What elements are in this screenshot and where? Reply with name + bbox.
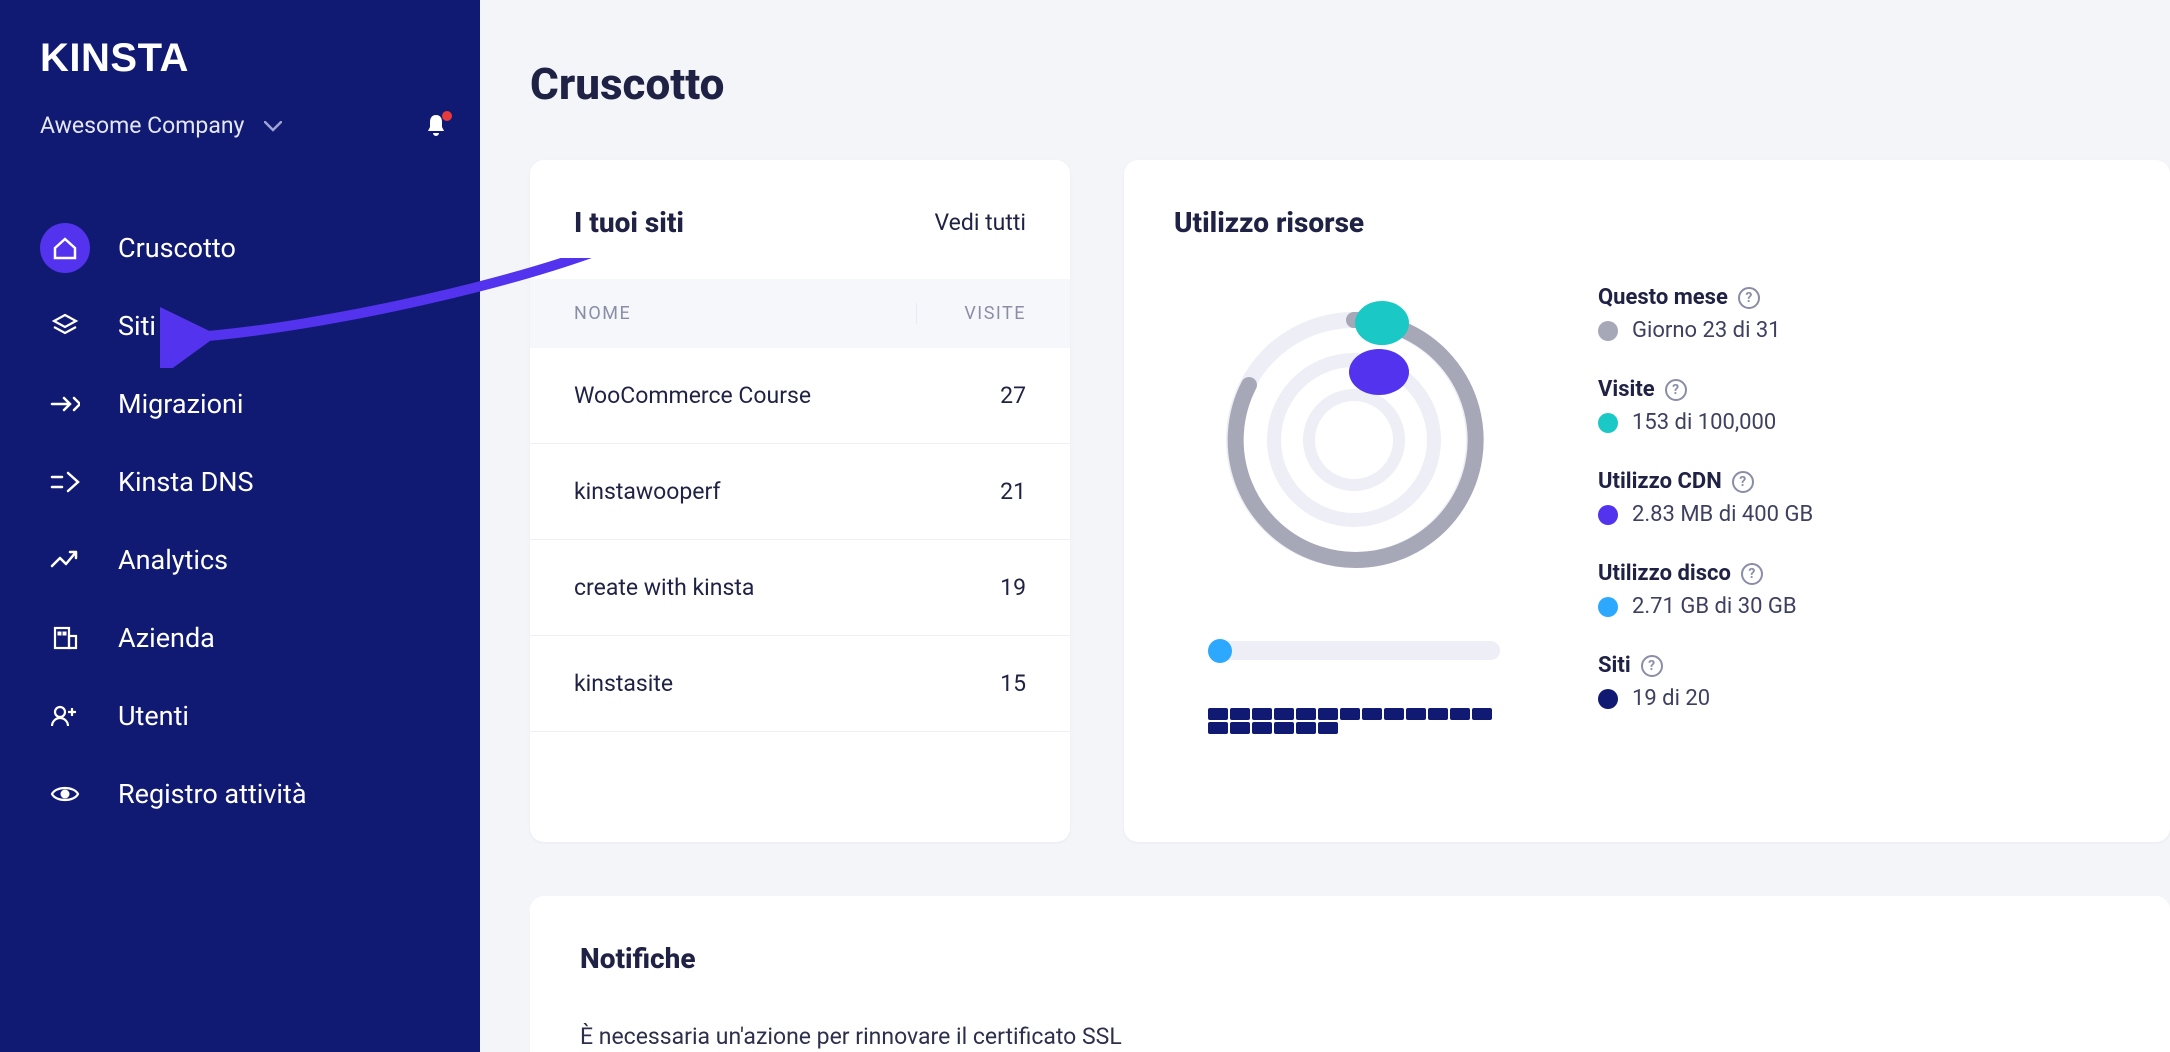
disk-usage-bar	[1208, 641, 1500, 660]
help-icon[interactable]: ?	[1641, 655, 1663, 677]
your-sites-card: I tuoi siti Vedi tutti NOME VISITE WooCo…	[530, 160, 1070, 842]
sidebar-item-users[interactable]: Utenti	[40, 677, 450, 755]
sidebar-item-dns[interactable]: Kinsta DNS	[40, 443, 450, 521]
sidebar-item-label: Siti	[118, 310, 156, 342]
brand-logo: KINSTA	[40, 36, 450, 81]
legend-month-label: Questo mese	[1598, 285, 1728, 310]
legend-cdn-value: 2.83 MB di 400 GB	[1632, 502, 1813, 527]
sidebar-item-sites[interactable]: Siti	[40, 287, 450, 365]
legend-month-value: Giorno 23 di 31	[1632, 318, 1781, 343]
sidebar-nav: Cruscotto Siti Migrazioni Kinsta DNS	[40, 209, 450, 833]
sidebar-item-label: Kinsta DNS	[118, 466, 254, 498]
building-icon	[40, 613, 90, 663]
site-name: kinstawooperf	[574, 478, 916, 505]
chevron-down-icon[interactable]	[264, 112, 282, 139]
site-name: create with kinsta	[574, 574, 916, 601]
legend-cdn-label: Utilizzo CDN	[1598, 469, 1722, 494]
help-icon[interactable]: ?	[1738, 287, 1760, 309]
users-icon	[40, 691, 90, 741]
legend-disk-label: Utilizzo disco	[1598, 561, 1731, 586]
sidebar: KINSTA Awesome Company Cruscotto	[0, 0, 480, 1052]
help-icon[interactable]: ?	[1665, 379, 1687, 401]
sidebar-item-label: Cruscotto	[118, 232, 236, 264]
table-row[interactable]: kinstasite 15	[530, 636, 1070, 732]
site-visits: 27	[916, 382, 1026, 409]
sidebar-item-label: Analytics	[118, 544, 228, 576]
swatch-icon	[1598, 413, 1618, 433]
swatch-icon	[1598, 689, 1618, 709]
migrate-icon	[40, 379, 90, 429]
resource-usage-title: Utilizzo risorse	[1174, 206, 2120, 239]
disk-usage-fill-icon	[1208, 639, 1232, 663]
legend-disk-value: 2.71 GB di 30 GB	[1632, 594, 1797, 619]
resource-usage-card: Utilizzo risorse	[1124, 160, 2170, 842]
usage-donut-chart	[1209, 295, 1499, 585]
sidebar-item-activity[interactable]: Registro attività	[40, 755, 450, 833]
eye-icon	[40, 769, 90, 819]
swatch-icon	[1598, 321, 1618, 341]
sidebar-item-label: Utenti	[118, 700, 189, 732]
resource-legend: Questo mese? Giorno 23 di 31 Visite? 153…	[1598, 285, 2120, 745]
col-visits-header: VISITE	[916, 303, 1026, 324]
cdn-arc-icon	[1349, 349, 1409, 395]
your-sites-title: I tuoi siti	[574, 206, 684, 239]
col-name-header: NOME	[574, 303, 916, 324]
swatch-icon	[1598, 597, 1618, 617]
sites-usage-grid	[1208, 708, 1500, 734]
layers-icon	[40, 301, 90, 351]
sidebar-item-migrations[interactable]: Migrazioni	[40, 365, 450, 443]
legend-visits-label: Visite	[1598, 377, 1655, 402]
notifications-bell[interactable]	[422, 111, 450, 139]
legend-sites-label: Siti	[1598, 653, 1631, 678]
sidebar-item-label: Azienda	[118, 622, 215, 654]
sidebar-item-label: Registro attività	[118, 778, 307, 810]
sidebar-item-dashboard[interactable]: Cruscotto	[40, 209, 450, 287]
swatch-icon	[1598, 505, 1618, 525]
site-visits: 19	[916, 574, 1026, 601]
help-icon[interactable]: ?	[1732, 471, 1754, 493]
site-visits: 21	[916, 478, 1026, 505]
site-name: WooCommerce Course	[574, 382, 916, 409]
dns-icon	[40, 457, 90, 507]
main-content: Cruscotto I tuoi siti Vedi tutti NOME VI…	[480, 0, 2170, 1052]
site-visits: 15	[916, 670, 1026, 697]
site-name: kinstasite	[574, 670, 916, 697]
notifications-card: Notifiche È necessaria un'azione per rin…	[530, 896, 2170, 1052]
house-icon	[40, 223, 90, 273]
table-row[interactable]: WooCommerce Course 27	[530, 348, 1070, 444]
analytics-icon	[40, 535, 90, 585]
visits-arc-icon	[1355, 301, 1409, 345]
help-icon[interactable]: ?	[1741, 563, 1763, 585]
company-selector[interactable]: Awesome Company	[40, 112, 244, 139]
legend-visits-value: 153 di 100,000	[1632, 410, 1776, 435]
page-title: Cruscotto	[530, 58, 2120, 110]
table-row[interactable]: create with kinsta 19	[530, 540, 1070, 636]
notifications-title: Notifiche	[580, 942, 2120, 975]
notification-dot-icon	[442, 111, 452, 121]
sidebar-item-analytics[interactable]: Analytics	[40, 521, 450, 599]
sidebar-item-company[interactable]: Azienda	[40, 599, 450, 677]
view-all-link[interactable]: Vedi tutti	[935, 209, 1026, 236]
sidebar-item-label: Migrazioni	[118, 388, 243, 420]
notification-message: È necessaria un'azione per rinnovare il …	[580, 1023, 2120, 1050]
table-row[interactable]: kinstawooperf 21	[530, 444, 1070, 540]
sites-table-header: NOME VISITE	[530, 279, 1070, 348]
legend-sites-value: 19 di 20	[1632, 686, 1710, 711]
